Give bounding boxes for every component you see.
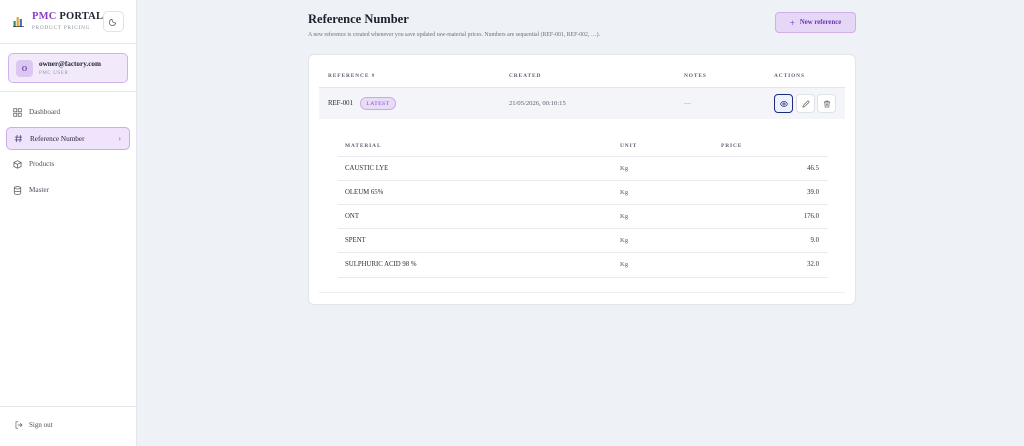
row-divider — [338, 204, 828, 205]
row-divider — [338, 180, 828, 181]
moon-icon — [109, 18, 117, 26]
material-price: 176.0 — [803, 213, 819, 220]
column-header-reference: REFERENCE # — [328, 73, 376, 79]
sign-out-button[interactable]: Sign out — [15, 421, 53, 429]
column-header-actions: ACTIONS — [774, 73, 805, 79]
row-divider — [338, 252, 828, 253]
page-title: Reference Number — [308, 12, 409, 26]
avatar: O — [16, 60, 33, 77]
trash-icon — [823, 100, 830, 107]
row-divider — [338, 277, 828, 278]
brand-header: PMC PORTAL PRODUCT PRICING — [0, 0, 136, 44]
sidebar: PMC PORTAL PRODUCT PRICING O owner@facto… — [0, 0, 137, 446]
column-header-notes: NOTES — [684, 73, 707, 79]
brand-subtitle: PRODUCT PRICING — [32, 25, 91, 31]
sidebar-divider — [0, 91, 136, 92]
brand-title: PMC PORTAL — [32, 11, 104, 22]
material-name: ONT — [345, 213, 359, 220]
delete-button[interactable] — [817, 94, 836, 113]
material-name: SULPHURIC ACID 98 % — [345, 261, 417, 268]
material-unit: Kg — [620, 237, 629, 244]
grid-icon — [12, 107, 22, 117]
sidebar-item-label: Products — [29, 160, 55, 168]
edit-button[interactable] — [796, 94, 815, 113]
eye-icon — [779, 100, 788, 107]
material-price: 32.0 — [807, 261, 819, 268]
materials-header-divider — [338, 156, 828, 157]
sidebar-item-label: Master — [29, 186, 49, 194]
user-card[interactable]: O owner@factory.com PMC USER — [8, 53, 128, 83]
pencil-icon — [802, 100, 809, 107]
material-name: SPENT — [345, 237, 366, 244]
material-price: 46.5 — [807, 165, 819, 172]
hash-icon — [13, 134, 23, 144]
user-email: owner@factory.com — [39, 60, 101, 68]
theme-toggle-button[interactable] — [103, 11, 124, 32]
chevron-right-icon: › — [118, 134, 121, 143]
sidebar-item-label: Reference Number — [30, 134, 85, 143]
material-name: OLEUM 65% — [345, 189, 384, 196]
card-footer-divider — [319, 292, 845, 293]
sidebar-item-dashboard[interactable]: Dashboard — [6, 102, 130, 122]
column-header-unit: UNIT — [620, 143, 638, 149]
plus-icon: + — [789, 17, 795, 28]
sidebar-item-label: Dashboard — [29, 108, 61, 116]
new-reference-button[interactable]: + New reference — [775, 12, 856, 33]
material-unit: Kg — [620, 189, 629, 196]
table-row[interactable] — [319, 88, 845, 119]
row-divider — [338, 228, 828, 229]
column-header-created: CREATED — [509, 73, 542, 79]
column-header-price: PRICE — [721, 143, 743, 149]
box-icon — [12, 159, 22, 169]
new-reference-label: New reference — [799, 19, 842, 26]
created-timestamp: 21/05/2026, 00:10:15 — [509, 100, 566, 107]
latest-badge: LATEST — [360, 97, 396, 110]
sidebar-item-products[interactable]: Products — [6, 154, 130, 174]
database-icon — [12, 185, 22, 195]
user-role: PMC USER — [39, 71, 69, 76]
material-unit: Kg — [620, 165, 629, 172]
view-button[interactable] — [774, 94, 793, 113]
material-price: 39.0 — [807, 189, 819, 196]
bar-chart-icon — [13, 17, 24, 27]
sidebar-divider — [0, 406, 136, 407]
material-price: 9.0 — [810, 237, 820, 244]
sidebar-item-master[interactable]: Master — [6, 180, 130, 200]
page-description: A new reference is created whenever you … — [308, 32, 600, 38]
sign-out-label: Sign out — [29, 421, 53, 429]
logout-icon — [15, 421, 23, 429]
material-unit: Kg — [620, 261, 629, 268]
material-unit: Kg — [620, 213, 629, 220]
sidebar-item-reference-number[interactable]: Reference Number › — [6, 127, 130, 150]
material-name: CAUSTIC LYE — [345, 165, 389, 172]
notes-value: — — [684, 99, 691, 107]
reference-id: REF-001 — [328, 100, 353, 107]
column-header-material: MATERIAL — [345, 143, 382, 149]
